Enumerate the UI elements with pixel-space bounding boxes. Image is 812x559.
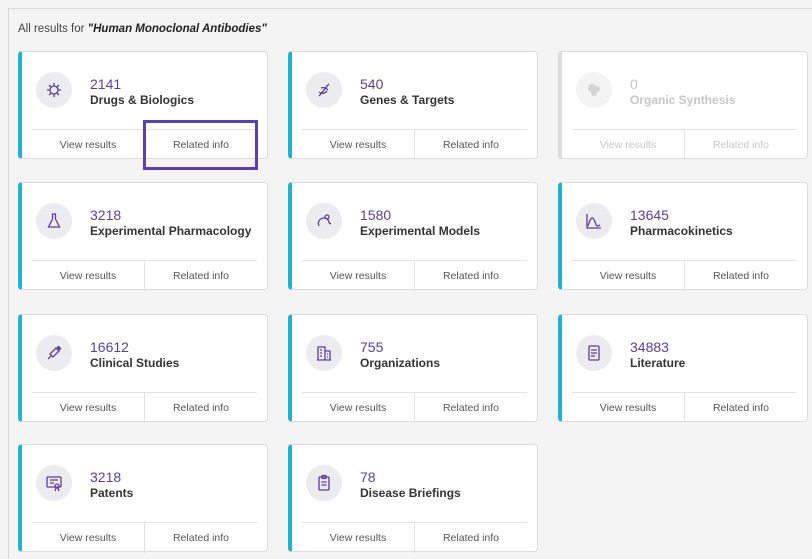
related-info-button[interactable]: Related info bbox=[415, 261, 527, 291]
category-label: Patents bbox=[90, 486, 134, 500]
card-footer: View results Related info bbox=[572, 129, 797, 160]
search-query: "Human Monoclonal Antibodies" bbox=[87, 23, 267, 35]
result-count: 13645 bbox=[630, 207, 669, 223]
flask-icon bbox=[36, 203, 72, 239]
view-results-button[interactable]: View results bbox=[32, 261, 145, 291]
view-results-button[interactable]: View results bbox=[572, 261, 685, 291]
heading-prefix: All results for bbox=[18, 23, 88, 35]
related-info-button[interactable]: Related info bbox=[415, 393, 527, 423]
card-disease-briefings: 78 Disease Briefings View results Relate… bbox=[288, 444, 538, 553]
view-results-button[interactable]: View results bbox=[302, 261, 415, 291]
syringe-icon bbox=[36, 335, 72, 371]
card-footer: View results Related info bbox=[32, 522, 257, 553]
result-count: 16612 bbox=[90, 339, 129, 355]
mouse-icon bbox=[306, 203, 342, 239]
category-label: Organic Synthesis bbox=[630, 93, 736, 107]
result-count: 1580 bbox=[360, 207, 392, 223]
category-label: Literature bbox=[630, 356, 686, 370]
card-footer: View results Related info bbox=[302, 392, 527, 423]
view-results-button[interactable]: View results bbox=[302, 130, 415, 160]
view-results-button[interactable]: View results bbox=[572, 130, 685, 160]
result-count: 2141 bbox=[90, 76, 122, 92]
card-organizations: 755 Organizations View results Related i… bbox=[288, 314, 538, 423]
card-experimental-pharmacology: 3218 Experimental Pharmacology View resu… bbox=[18, 182, 268, 291]
view-results-button[interactable]: View results bbox=[302, 523, 415, 553]
molecule-icon bbox=[576, 72, 612, 108]
result-count: 3218 bbox=[90, 469, 122, 485]
card-experimental-models: 1580 Experimental Models View results Re… bbox=[288, 182, 538, 291]
card-organic-synthesis: 0 Organic Synthesis View results Related… bbox=[558, 51, 808, 160]
category-label: Drugs & Biologics bbox=[90, 93, 195, 107]
card-footer: View results Related info bbox=[32, 392, 257, 423]
card-footer: View results Related info bbox=[302, 129, 527, 160]
card-genes-targets: 540 Genes & Targets View results Related… bbox=[288, 51, 538, 160]
card-clinical-studies: 16612 Clinical Studies View results Rela… bbox=[18, 314, 268, 423]
view-results-button[interactable]: View results bbox=[32, 130, 145, 160]
category-label: Clinical Studies bbox=[90, 356, 180, 370]
result-count: 78 bbox=[360, 469, 376, 485]
result-count: 540 bbox=[360, 76, 384, 92]
category-label: Pharmacokinetics bbox=[630, 224, 733, 238]
category-label: Experimental Pharmacology bbox=[90, 224, 252, 238]
category-label: Genes & Targets bbox=[360, 93, 455, 107]
related-info-button[interactable]: Related info bbox=[685, 130, 797, 160]
dna-icon bbox=[306, 72, 342, 108]
related-info-button[interactable]: Related info bbox=[685, 261, 797, 291]
result-count: 755 bbox=[360, 339, 384, 355]
category-label: Experimental Models bbox=[360, 224, 481, 238]
related-info-button[interactable]: Related info bbox=[415, 130, 527, 160]
clipboard-icon bbox=[306, 465, 342, 501]
building-icon bbox=[306, 335, 342, 371]
view-results-button[interactable]: View results bbox=[32, 393, 145, 423]
card-footer: View results Related info bbox=[302, 522, 527, 553]
related-info-button[interactable]: Related info bbox=[685, 393, 797, 423]
card-patents: 3218 Patents View results Related info bbox=[18, 444, 268, 553]
category-label: Organizations bbox=[360, 356, 441, 370]
category-label: Disease Briefings bbox=[360, 486, 461, 500]
result-count: 34883 bbox=[630, 339, 669, 355]
highlight-box bbox=[143, 120, 258, 170]
card-footer: View results Related info bbox=[572, 260, 797, 291]
view-results-button[interactable]: View results bbox=[32, 523, 145, 553]
related-info-button[interactable]: Related info bbox=[145, 261, 257, 291]
card-footer: View results Related info bbox=[572, 392, 797, 423]
capsule-gear-icon bbox=[36, 72, 72, 108]
view-results-button[interactable]: View results bbox=[572, 393, 685, 423]
related-info-button[interactable]: Related info bbox=[145, 393, 257, 423]
related-info-button[interactable]: Related info bbox=[145, 523, 257, 553]
card-literature: 34883 Literature View results Related in… bbox=[558, 314, 808, 423]
view-results-button[interactable]: View results bbox=[302, 393, 415, 423]
related-info-button[interactable]: Related info bbox=[415, 523, 527, 553]
curve-chart-icon bbox=[576, 203, 612, 239]
result-count: 3218 bbox=[90, 207, 122, 223]
card-pharmacokinetics: 13645 Pharmacokinetics View results Rela… bbox=[558, 182, 808, 291]
card-footer: View results Related info bbox=[302, 260, 527, 291]
results-heading: All results for "Human Monoclonal Antibo… bbox=[18, 23, 267, 35]
journal-icon bbox=[576, 335, 612, 371]
result-count: 0 bbox=[630, 76, 638, 92]
card-footer: View results Related info bbox=[32, 260, 257, 291]
certificate-icon bbox=[36, 465, 72, 501]
